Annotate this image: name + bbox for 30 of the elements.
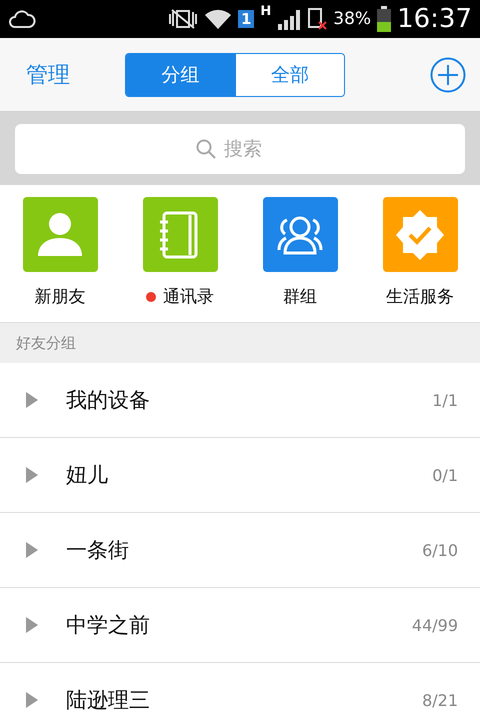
shortcut-tile[interactable] <box>142 197 218 272</box>
group-row[interactable]: 陆逊理三 8/21 <box>0 663 480 711</box>
group-row[interactable]: 我的设备 1/1 <box>0 363 480 438</box>
wifi-icon <box>204 7 232 31</box>
shortcut-label: 生活服务 <box>386 286 454 308</box>
vibrate-off-icon <box>168 8 198 30</box>
network-type: H <box>260 4 272 19</box>
add-icon[interactable] <box>430 56 466 92</box>
battery-percent: 38% <box>333 9 372 29</box>
shortcut-tile[interactable] <box>262 197 338 272</box>
group-row[interactable]: 一条街 6/10 <box>0 513 480 588</box>
shortcut-label: 通讯录 <box>163 286 214 308</box>
clock: 16:37 <box>397 4 472 34</box>
shortcut-label: 群组 <box>283 286 317 308</box>
search-field[interactable]: 搜索 <box>224 138 284 160</box>
group-row[interactable]: 妞儿 0/1 <box>0 438 480 513</box>
signal-icon <box>277 8 302 30</box>
shortcut-tile[interactable] <box>22 197 98 272</box>
shortcut-label: 新朋友 <box>34 286 86 308</box>
search-icon <box>196 139 216 159</box>
sim-badge: 1 <box>238 10 254 28</box>
cloud-icon <box>8 8 36 30</box>
battery-icon <box>377 6 392 32</box>
manage-link[interactable]: 管理 <box>26 60 70 90</box>
shortcut-tile[interactable] <box>382 197 458 272</box>
group-row[interactable]: 中学之前 44/99 <box>0 588 480 663</box>
section-header: 好友分组 <box>0 323 480 363</box>
sim-error-icon <box>307 7 328 31</box>
segment-tab[interactable]: 全部 <box>235 54 344 96</box>
segment-tab[interactable]: 分组 <box>126 54 235 96</box>
